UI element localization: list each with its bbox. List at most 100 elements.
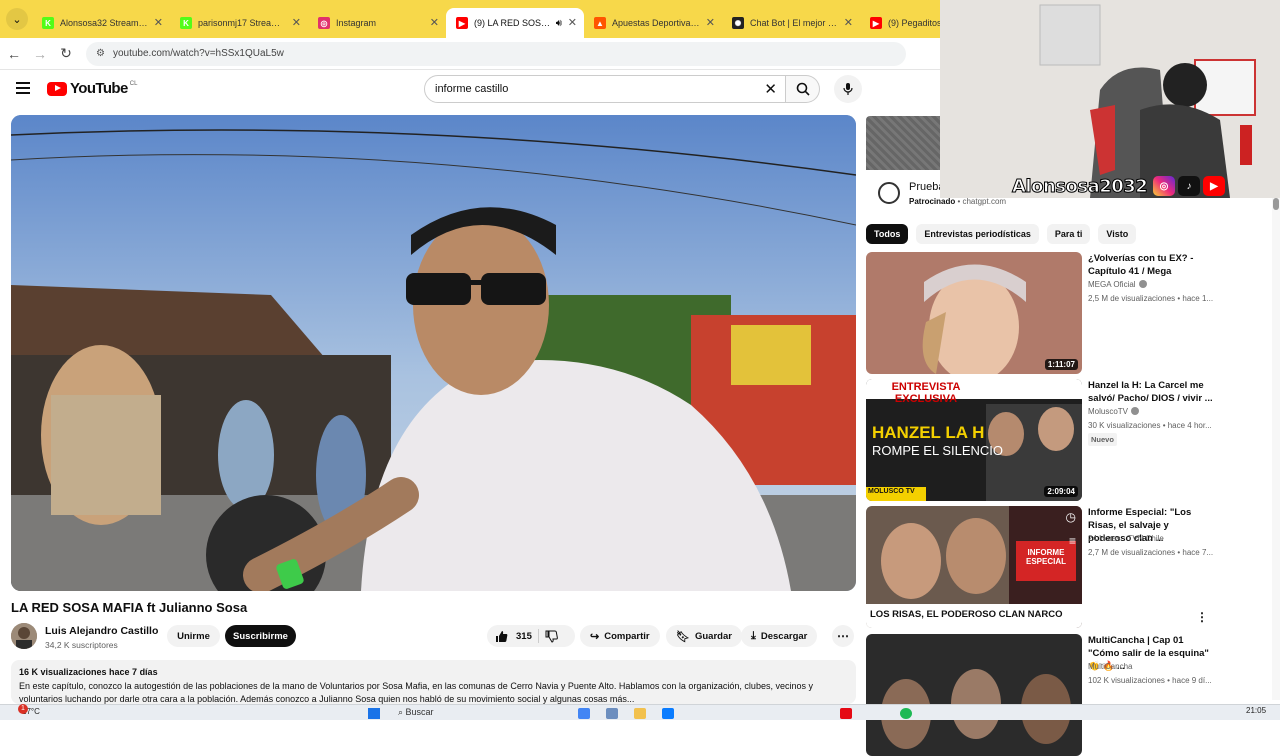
- ad-sponsored-label: Patrocinado: [909, 197, 956, 206]
- ad-sponsor-line: Patrocinado • chatgpt.com: [909, 197, 1007, 206]
- recommended-channel[interactable]: MEGA Oficial: [1088, 280, 1147, 289]
- search-button[interactable]: [786, 75, 820, 103]
- app-icon[interactable]: [606, 708, 618, 719]
- channel-name[interactable]: Luis Alejandro Castillo: [45, 625, 158, 637]
- spotify-icon[interactable]: [900, 708, 912, 719]
- browser-tab[interactable]: ◎ Instagram ✕: [308, 8, 446, 38]
- recommended-video[interactable]: 1:11:07 ¿Volverías con tu EX? - Capítulo …: [866, 252, 1226, 374]
- search-input[interactable]: informe castillo ✕: [424, 75, 786, 103]
- thumbnail-main-text: HANZEL LA H: [872, 423, 985, 442]
- browser-tab[interactable]: ▶ (9) LA RED SOSA MA 🔊︎ ✕: [446, 8, 584, 38]
- voice-search-button[interactable]: [834, 75, 862, 103]
- tab-close-icon[interactable]: ✕: [706, 16, 715, 29]
- video-thumbnail[interactable]: INFORME ESPECIAL LOS RISAS, EL PODEROSO C…: [866, 506, 1082, 628]
- taskbar-search[interactable]: ⌕ Buscar: [398, 707, 434, 718]
- filter-chip[interactable]: Todos: [866, 224, 909, 244]
- channel-text: 24 Horas - TVN Chile: [1088, 534, 1164, 543]
- notification-badge: 1: [18, 704, 28, 714]
- tab-close-icon[interactable]: ✕: [844, 16, 853, 29]
- tab-strip: KAlonsosa32 Stream - Wat✕Kparisonmj17 St…: [32, 8, 998, 38]
- tab-close-icon[interactable]: ✕: [430, 16, 439, 29]
- back-button[interactable]: ←: [2, 46, 26, 62]
- views-and-date: 16 K visualizaciones hace 7 días: [19, 667, 158, 677]
- save-button[interactable]: 🔖︎ Guardar: [666, 625, 742, 647]
- windows-taskbar: 17°C ⌕ Buscar 21:05: [0, 704, 1280, 720]
- subscribe-button[interactable]: Suscribirme: [225, 625, 296, 647]
- save-label: Guardar: [694, 630, 732, 642]
- tab-close-icon[interactable]: ✕: [568, 16, 577, 29]
- watch-later-icon[interactable]: ◷: [1066, 510, 1076, 524]
- video-thumbnail[interactable]: 1:11:07: [866, 252, 1082, 374]
- netflix-icon[interactable]: [840, 708, 852, 719]
- browser-tab[interactable]: ✺ Chat Bot | El mejor softw ✕: [722, 8, 860, 38]
- browser-tab[interactable]: K Alonsosa32 Stream - Wat ✕: [32, 8, 170, 38]
- join-button[interactable]: Unirme: [167, 625, 220, 647]
- recommended-video[interactable]: ENTREVISTA EXCLUSIVA HANZEL LA H ROMPE EL …: [866, 379, 1226, 501]
- like-divider: [537, 629, 539, 643]
- recommended-title: ¿Volverías con tu EX? - Capítulo 41 / Me…: [1088, 253, 1194, 277]
- tab-close-icon[interactable]: ✕: [154, 16, 163, 29]
- tab-audio-icon[interactable]: 🔊︎: [556, 18, 562, 29]
- verified-icon: [1138, 280, 1147, 288]
- taskbar-clock[interactable]: 21:05: [1246, 706, 1266, 715]
- tab-favicon-icon: ▶: [456, 17, 468, 29]
- tab-title: parisonmj17 Stream - Wa: [198, 18, 286, 28]
- chrome-icon[interactable]: [578, 708, 590, 719]
- like-count: 315: [516, 630, 532, 642]
- browser-tab[interactable]: Kparisonmj17 Stream - Wa ✕: [170, 8, 308, 38]
- download-button[interactable]: ⤓ Descargar: [741, 625, 818, 647]
- youtube-logo[interactable]: YouTube CL: [47, 80, 137, 97]
- video-thumbnail[interactable]: [866, 634, 1082, 756]
- recommended-channel[interactable]: MultiCancha: [1088, 662, 1132, 671]
- share-button[interactable]: ↪ Compartir: [580, 625, 660, 647]
- download-icon: ⤓: [751, 629, 756, 642]
- clear-search-icon[interactable]: ✕: [764, 80, 777, 98]
- recommended-video[interactable]: INFORME ESPECIAL LOS RISAS, EL PODEROSO C…: [866, 506, 1226, 628]
- description-box[interactable]: 16 K visualizaciones hace 7 días En este…: [11, 660, 856, 704]
- recommended-channel[interactable]: MoluscoTV: [1088, 407, 1140, 416]
- video-thumbnail[interactable]: ENTREVISTA EXCLUSIVA HANZEL LA H ROMPE EL …: [866, 379, 1082, 501]
- tab-close-icon[interactable]: ✕: [292, 16, 301, 29]
- tab-search-button[interactable]: ⌄: [6, 8, 28, 30]
- more-options-icon[interactable]: ⋮: [1196, 610, 1208, 624]
- url-field[interactable]: ⚙ youtube.com/watch?v=hSSx1QUaL5w: [86, 41, 906, 66]
- openai-logo-icon: [878, 182, 900, 204]
- ad-image: [866, 116, 942, 170]
- recommended-meta: 102 K visualizaciones • hace 9 dí...: [1088, 676, 1212, 685]
- edge-icon[interactable]: [662, 708, 674, 719]
- more-actions-button[interactable]: ⋯: [832, 625, 854, 647]
- tab-favicon-icon: ✺: [732, 17, 744, 29]
- video-player[interactable]: [11, 115, 856, 591]
- tab-title: Chat Bot | El mejor softw: [750, 18, 838, 28]
- channel-avatar-image: [11, 623, 37, 649]
- filter-chip[interactable]: Visto: [1098, 224, 1137, 244]
- browser-tab[interactable]: ▲ Apuestas Deportivas - Ap ✕: [584, 8, 722, 38]
- filter-chips: Todos Entrevistas periodísticas Para ti Vis…: [866, 224, 1137, 244]
- add-to-queue-icon[interactable]: ≡: [1069, 534, 1076, 548]
- channel-text: MultiCancha: [1088, 662, 1133, 671]
- like-button[interactable]: 315: [487, 630, 532, 643]
- more-horizontal-icon: ⋯: [837, 629, 849, 643]
- reload-button[interactable]: ↻: [54, 45, 78, 62]
- dislike-button[interactable]: [545, 630, 558, 643]
- url-text: youtube.com/watch?v=hSSx1QUaL5w: [112, 48, 284, 59]
- tab-favicon-icon: K: [180, 17, 192, 29]
- scrollbar-thumb[interactable]: [1273, 198, 1279, 210]
- filter-chip[interactable]: Entrevistas periodísticas: [916, 224, 1039, 244]
- bookmark-icon: 🔖︎: [676, 630, 690, 643]
- thumbnail-tag-text: INFORME ESPECIAL: [1025, 548, 1066, 566]
- windows-start-icon[interactable]: [368, 708, 380, 719]
- menu-icon[interactable]: [16, 82, 30, 97]
- forward-button[interactable]: →: [28, 46, 52, 62]
- recommended-video[interactable]: MultiCancha | Cap 01 "Cómo salir de la e…: [866, 634, 1226, 756]
- channel-avatar[interactable]: [11, 623, 37, 649]
- file-explorer-icon[interactable]: [634, 708, 646, 719]
- filter-chip[interactable]: Para ti: [1046, 224, 1091, 244]
- site-info-icon[interactable]: ⚙: [96, 48, 105, 59]
- youtube-icon: ▶: [1203, 176, 1225, 196]
- tab-title: (9) LA RED SOSA MA: [474, 18, 552, 28]
- recommended-meta: 2,5 M de visualizaciones • hace 1...: [1088, 294, 1214, 303]
- download-label: Descargar: [760, 630, 808, 642]
- page-scrollbar[interactable]: [1272, 198, 1280, 700]
- recommended-channel[interactable]: 24 Horas - TVN Chile: [1088, 534, 1164, 543]
